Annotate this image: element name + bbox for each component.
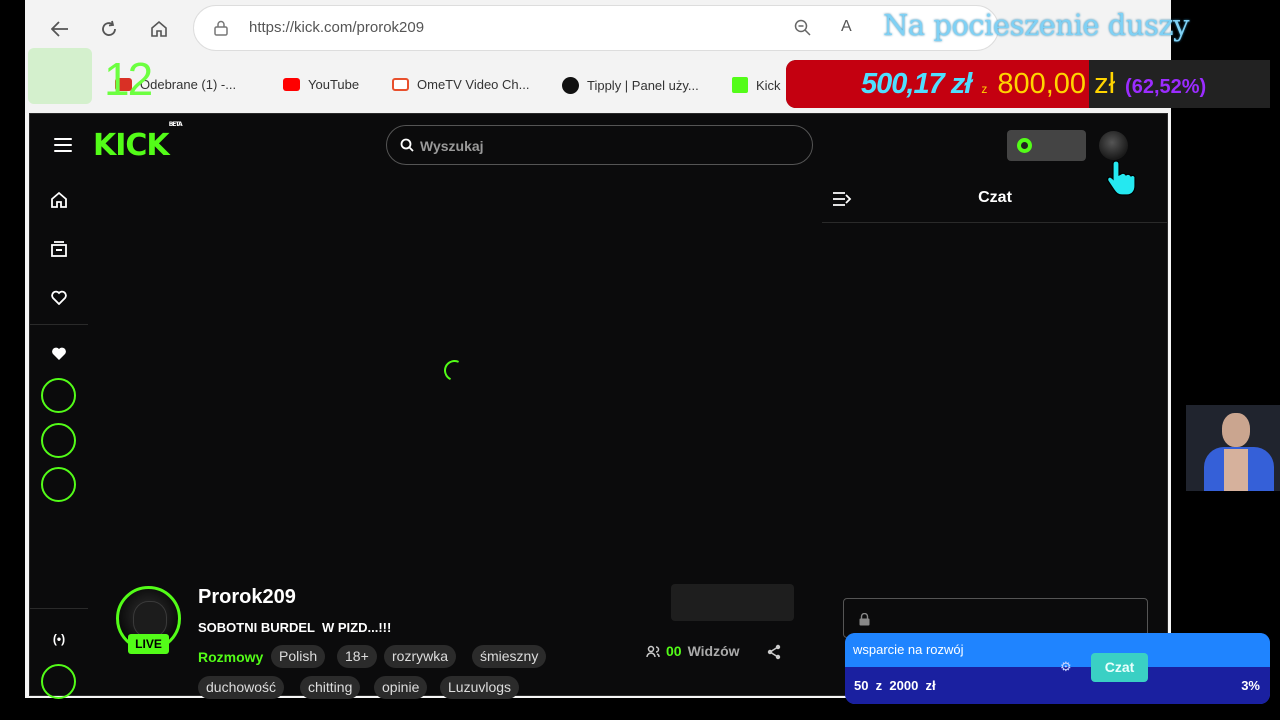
goal-text: 500,17 zł z 800,00 zł (62,52%): [861, 68, 1206, 101]
tag-chip[interactable]: rozrywka: [384, 645, 457, 668]
tag-chip[interactable]: Polish: [271, 645, 326, 668]
bookmark-ometv[interactable]: OmeTV Video Ch...: [392, 77, 529, 92]
sidebar-divider: [30, 608, 88, 609]
tag-chip[interactable]: chitting: [300, 676, 361, 699]
chat-title: Czat: [978, 189, 1012, 206]
lock-icon: [859, 613, 870, 626]
address-bar[interactable]: https://kick.com/prorok209 A: [193, 5, 999, 51]
tipply-icon: [562, 77, 579, 94]
avatar[interactable]: [1099, 131, 1128, 160]
bookmark-label: Kick: [756, 77, 781, 93]
lion-logo-icon: [133, 601, 167, 637]
goal-current: 500,17 zł: [861, 68, 972, 100]
kick-header: KICKBETA: [30, 114, 1167, 196]
browser-toolbar: https://kick.com/prorok209 A Na pociesze…: [25, 0, 1190, 57]
follow-button[interactable]: [671, 584, 794, 621]
refresh-icon[interactable]: [94, 14, 124, 44]
bookmark-kick[interactable]: Kick: [732, 77, 781, 93]
search-icon: [400, 138, 414, 152]
webcam-overlay: [1186, 405, 1280, 491]
overlay-counter: 12: [104, 53, 153, 105]
viewer-number: 00: [666, 643, 682, 659]
category-link[interactable]: Rozmowy: [198, 649, 263, 665]
sidebar: (•): [30, 177, 88, 699]
goal-percent: (62,52%): [1125, 76, 1207, 98]
chat-header: Czat: [822, 177, 1168, 223]
tag-chip[interactable]: śmieszny: [472, 645, 547, 668]
home-icon[interactable]: [144, 14, 174, 44]
donation-title: wsparcie na rozwój: [853, 642, 964, 657]
zoom-icon[interactable]: [794, 19, 811, 41]
chat-message-input[interactable]: [843, 598, 1148, 638]
donation-goal-widget: wsparcie na rozwój ⚙ Czat 50 z 2000 zł 3…: [845, 633, 1270, 704]
gear-icon[interactable]: ⚙: [1060, 659, 1074, 674]
bookmark-label: Odebrane (1) -...: [140, 77, 237, 92]
read-aloud-icon[interactable]: A: [841, 18, 852, 36]
viewer-label: Widzów: [687, 643, 740, 659]
lock-icon: [214, 20, 228, 36]
live-signal-icon[interactable]: (•): [50, 630, 68, 648]
toggle-button[interactable]: [1007, 130, 1086, 161]
bookmark-label: Tipply | Panel uży...: [587, 78, 699, 93]
overlay-logo-ghost: [28, 48, 92, 104]
kick-logo[interactable]: KICKBETA: [93, 121, 183, 163]
followed-channel-avatar[interactable]: [41, 467, 76, 502]
bookmark-label: OmeTV Video Ch...: [417, 77, 530, 92]
chat-send-button[interactable]: Czat: [1091, 653, 1148, 682]
bookmark-youtube[interactable]: YouTube: [283, 77, 359, 92]
stream-title: SOBOTNI BURDEL W PIZD...!!!: [198, 620, 392, 635]
bookmark-tipply[interactable]: Tipply | Panel uży...: [562, 77, 699, 94]
goal-target: 800,00 zł: [997, 68, 1116, 100]
live-badge: LIVE: [128, 634, 169, 654]
youtube-icon: [283, 78, 300, 91]
ometv-icon: [392, 78, 409, 91]
menu-icon[interactable]: [54, 138, 72, 152]
url-text[interactable]: https://kick.com/prorok209: [249, 19, 424, 36]
tag-chip[interactable]: duchowość: [198, 676, 285, 699]
loading-spinner-icon: [441, 357, 468, 384]
tag-chip[interactable]: opinie: [374, 676, 428, 699]
share-icon[interactable]: [766, 644, 782, 660]
stream-overlay-title: Na pocieszenie duszy: [883, 8, 1190, 42]
webcam-face: [1222, 413, 1250, 447]
toggle-icon: [1017, 138, 1032, 153]
kick-page: KICKBETA Wyszukaj (•) LIVE Prorok209 SOB…: [29, 113, 1168, 699]
tag-chip[interactable]: Luzuvlogs: [440, 676, 520, 699]
screen: https://kick.com/prorok209 A Na pociesze…: [0, 0, 1280, 720]
search-box[interactable]: [386, 125, 813, 165]
search-input[interactable]: [420, 135, 790, 157]
viewers-icon: [646, 645, 660, 657]
followed-channel-avatar[interactable]: [41, 423, 76, 458]
back-icon[interactable]: [45, 14, 75, 44]
donation-percent: 3%: [1241, 678, 1260, 693]
kick-icon: [732, 77, 748, 93]
tag-chip[interactable]: 18+: [337, 645, 377, 668]
following-icon[interactable]: [50, 288, 68, 306]
home-icon[interactable]: [50, 191, 68, 209]
donation-amount: 50 z 2000 zł: [854, 678, 936, 693]
sidebar-divider: [30, 324, 88, 325]
logo-text: KICK: [93, 128, 170, 163]
goal-separator: z: [981, 82, 988, 96]
donation-goal-banner: 500,17 zł z 800,00 zł (62,52%): [786, 60, 1270, 108]
webcam-chest: [1224, 449, 1248, 491]
followed-channel-avatar[interactable]: [41, 378, 76, 413]
viewer-count: 00 Widzów: [646, 643, 740, 659]
heart-icon: [50, 344, 68, 362]
streamer-name[interactable]: Prorok209: [198, 586, 296, 609]
bookmark-label: YouTube: [308, 77, 360, 92]
recommended-channel-avatar[interactable]: [41, 664, 76, 699]
beta-badge: BETA: [168, 121, 183, 128]
browse-icon[interactable]: [50, 240, 68, 258]
